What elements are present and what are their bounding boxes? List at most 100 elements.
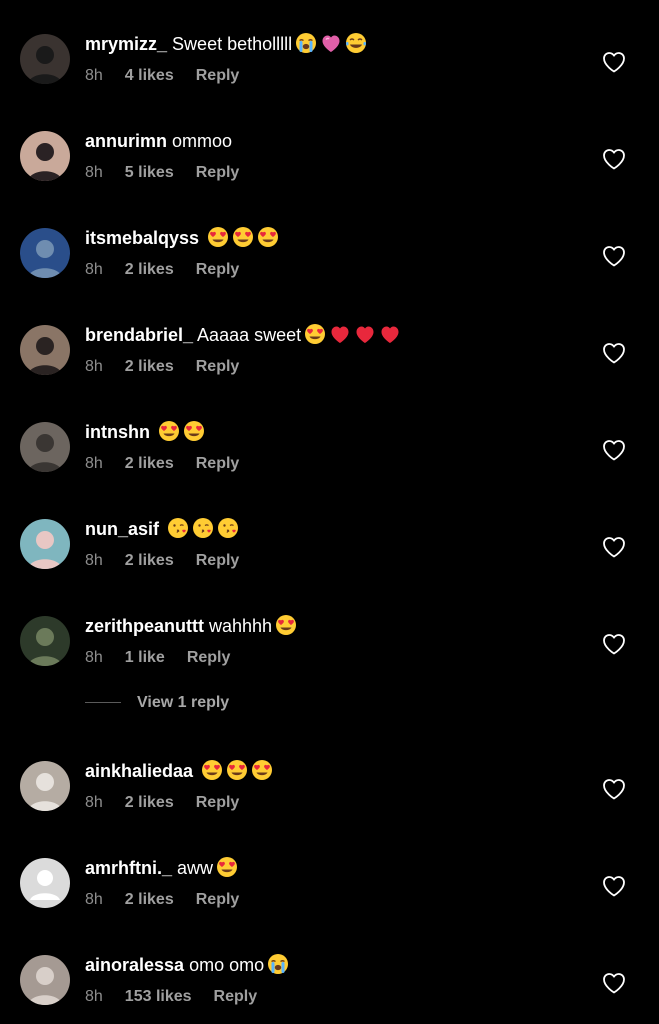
avatar[interactable] xyxy=(20,519,70,569)
reply-thread-line xyxy=(85,702,121,704)
tears-of-joy-emoji-icon xyxy=(345,32,367,54)
comment-meta: 8h 2 likes Reply xyxy=(85,792,261,814)
kissing-heart-emoji-icon xyxy=(192,517,214,539)
comment-ainoralessa: ainoralessa omo omo 8h 153 likes Reply xyxy=(0,929,659,1009)
comment-body: brendabriel_ Aaaaa sweet xyxy=(85,323,401,347)
comment-likes[interactable]: 2 likes xyxy=(125,261,174,278)
like-heart-icon[interactable] xyxy=(602,536,626,558)
comment-likes[interactable]: 2 likes xyxy=(125,794,174,811)
comment-likes[interactable]: 2 likes xyxy=(125,891,174,908)
comment-likes[interactable]: 4 likes xyxy=(125,67,174,84)
comment-body: annurimn ommoo xyxy=(85,129,232,153)
comment-body: ainkhaliedaa xyxy=(85,759,273,783)
avatar[interactable] xyxy=(20,761,70,811)
reply-button[interactable]: Reply xyxy=(196,164,240,181)
avatar[interactable] xyxy=(20,131,70,181)
comment-time: 8h xyxy=(85,358,103,375)
kissing-heart-emoji-icon xyxy=(217,517,239,539)
comment-brendabriel: brendabriel_ Aaaaa sweet 8h 2 likes Reply xyxy=(0,299,659,379)
avatar[interactable] xyxy=(20,34,70,84)
like-heart-icon[interactable] xyxy=(602,778,626,800)
kissing-heart-emoji-icon xyxy=(167,517,189,539)
comment-body: mrymizz_ Sweet betholllll xyxy=(85,32,367,56)
reply-button[interactable]: Reply xyxy=(196,261,240,278)
avatar[interactable] xyxy=(20,325,70,375)
like-heart-icon[interactable] xyxy=(602,245,626,267)
reply-button[interactable]: Reply xyxy=(187,649,231,666)
red-heart-emoji-icon xyxy=(379,323,401,345)
comment-username[interactable]: annurimn xyxy=(85,131,167,151)
comment-username[interactable]: ainoralessa xyxy=(85,955,184,975)
comment-username[interactable]: amrhftni._ xyxy=(85,858,172,878)
comment-text: omo omo xyxy=(184,955,265,975)
comment-time: 8h xyxy=(85,261,103,278)
comment-username[interactable]: zerithpeanuttt xyxy=(85,616,204,636)
loudly-crying-emoji-icon xyxy=(267,953,289,975)
comment-username[interactable]: mrymizz_ xyxy=(85,34,167,54)
view-replies-button[interactable]: View 1 reply xyxy=(85,694,229,718)
reply-button[interactable]: Reply xyxy=(196,455,240,472)
reply-button[interactable]: Reply xyxy=(214,988,258,1005)
heart-eyes-emoji-icon xyxy=(275,614,297,636)
comment-likes[interactable]: 2 likes xyxy=(125,358,174,375)
like-heart-icon[interactable] xyxy=(602,51,626,73)
heart-eyes-emoji-icon xyxy=(257,226,279,248)
heart-eyes-emoji-icon xyxy=(216,856,238,878)
heart-eyes-emoji-icon xyxy=(251,759,273,781)
avatar[interactable] xyxy=(20,422,70,472)
comment-time: 8h xyxy=(85,164,103,181)
comment-annurimn: annurimn ommoo 8h 5 likes Reply xyxy=(0,105,659,185)
comment-nunasif: nun_asif 8h 2 likes Reply xyxy=(0,493,659,573)
comment-time: 8h xyxy=(85,67,103,84)
reply-button[interactable]: Reply xyxy=(196,358,240,375)
like-heart-icon[interactable] xyxy=(602,633,626,655)
comment-likes[interactable]: 2 likes xyxy=(125,552,174,569)
comment-text: Aaaaa sweet xyxy=(193,325,302,345)
like-heart-icon[interactable] xyxy=(602,342,626,364)
comment-likes[interactable]: 5 likes xyxy=(125,164,174,181)
comment-time: 8h xyxy=(85,891,103,908)
comment-username[interactable]: itsmebalqyss xyxy=(85,228,199,248)
reply-button[interactable]: Reply xyxy=(196,794,240,811)
comment-likes[interactable]: 153 likes xyxy=(125,988,192,1005)
comment-intnshn: intnshn 8h 2 likes Reply xyxy=(0,396,659,476)
comment-meta: 8h 2 likes Reply xyxy=(85,550,261,572)
comment-username[interactable]: nun_asif xyxy=(85,519,159,539)
comment-body: ainoralessa omo omo xyxy=(85,953,289,977)
comment-username[interactable]: intnshn xyxy=(85,422,150,442)
heart-eyes-emoji-icon xyxy=(304,323,326,345)
pink-heart-emoji-icon xyxy=(320,32,342,54)
avatar[interactable] xyxy=(20,955,70,1005)
comment-meta: 8h 2 likes Reply xyxy=(85,259,261,281)
comment-likes[interactable]: 2 likes xyxy=(125,455,174,472)
reply-button[interactable]: Reply xyxy=(196,891,240,908)
comment-time: 8h xyxy=(85,794,103,811)
comment-username[interactable]: ainkhaliedaa xyxy=(85,761,193,781)
reply-button[interactable]: Reply xyxy=(196,67,240,84)
like-heart-icon[interactable] xyxy=(602,972,626,994)
comment-likes[interactable]: 1 like xyxy=(125,649,165,666)
comment-ainkhaliedaa: ainkhaliedaa 8h 2 likes Reply xyxy=(0,735,659,815)
avatar[interactable] xyxy=(20,858,70,908)
comment-time: 8h xyxy=(85,552,103,569)
comment-zerithpeanuttt: zerithpeanuttt wahhhh 8h 1 like Reply xyxy=(0,590,659,670)
like-heart-icon[interactable] xyxy=(602,875,626,897)
comment-meta: 8h 4 likes Reply xyxy=(85,65,261,87)
like-heart-icon[interactable] xyxy=(602,439,626,461)
comment-itsmebalqyss: itsmebalqyss 8h 2 likes Reply xyxy=(0,202,659,282)
comment-time: 8h xyxy=(85,455,103,472)
heart-eyes-emoji-icon xyxy=(158,420,180,442)
comment-amrhftni: amrhftni._ aww 8h 2 likes Reply xyxy=(0,832,659,912)
avatar[interactable] xyxy=(20,228,70,278)
loudly-crying-emoji-icon xyxy=(295,32,317,54)
red-heart-emoji-icon xyxy=(354,323,376,345)
like-heart-icon[interactable] xyxy=(602,148,626,170)
avatar[interactable] xyxy=(20,616,70,666)
comment-meta: 8h 2 likes Reply xyxy=(85,453,261,475)
comment-username[interactable]: brendabriel_ xyxy=(85,325,193,345)
heart-eyes-emoji-icon xyxy=(226,759,248,781)
heart-eyes-emoji-icon xyxy=(183,420,205,442)
comment-meta: 8h 153 likes Reply xyxy=(85,986,279,1008)
red-heart-emoji-icon xyxy=(329,323,351,345)
reply-button[interactable]: Reply xyxy=(196,552,240,569)
